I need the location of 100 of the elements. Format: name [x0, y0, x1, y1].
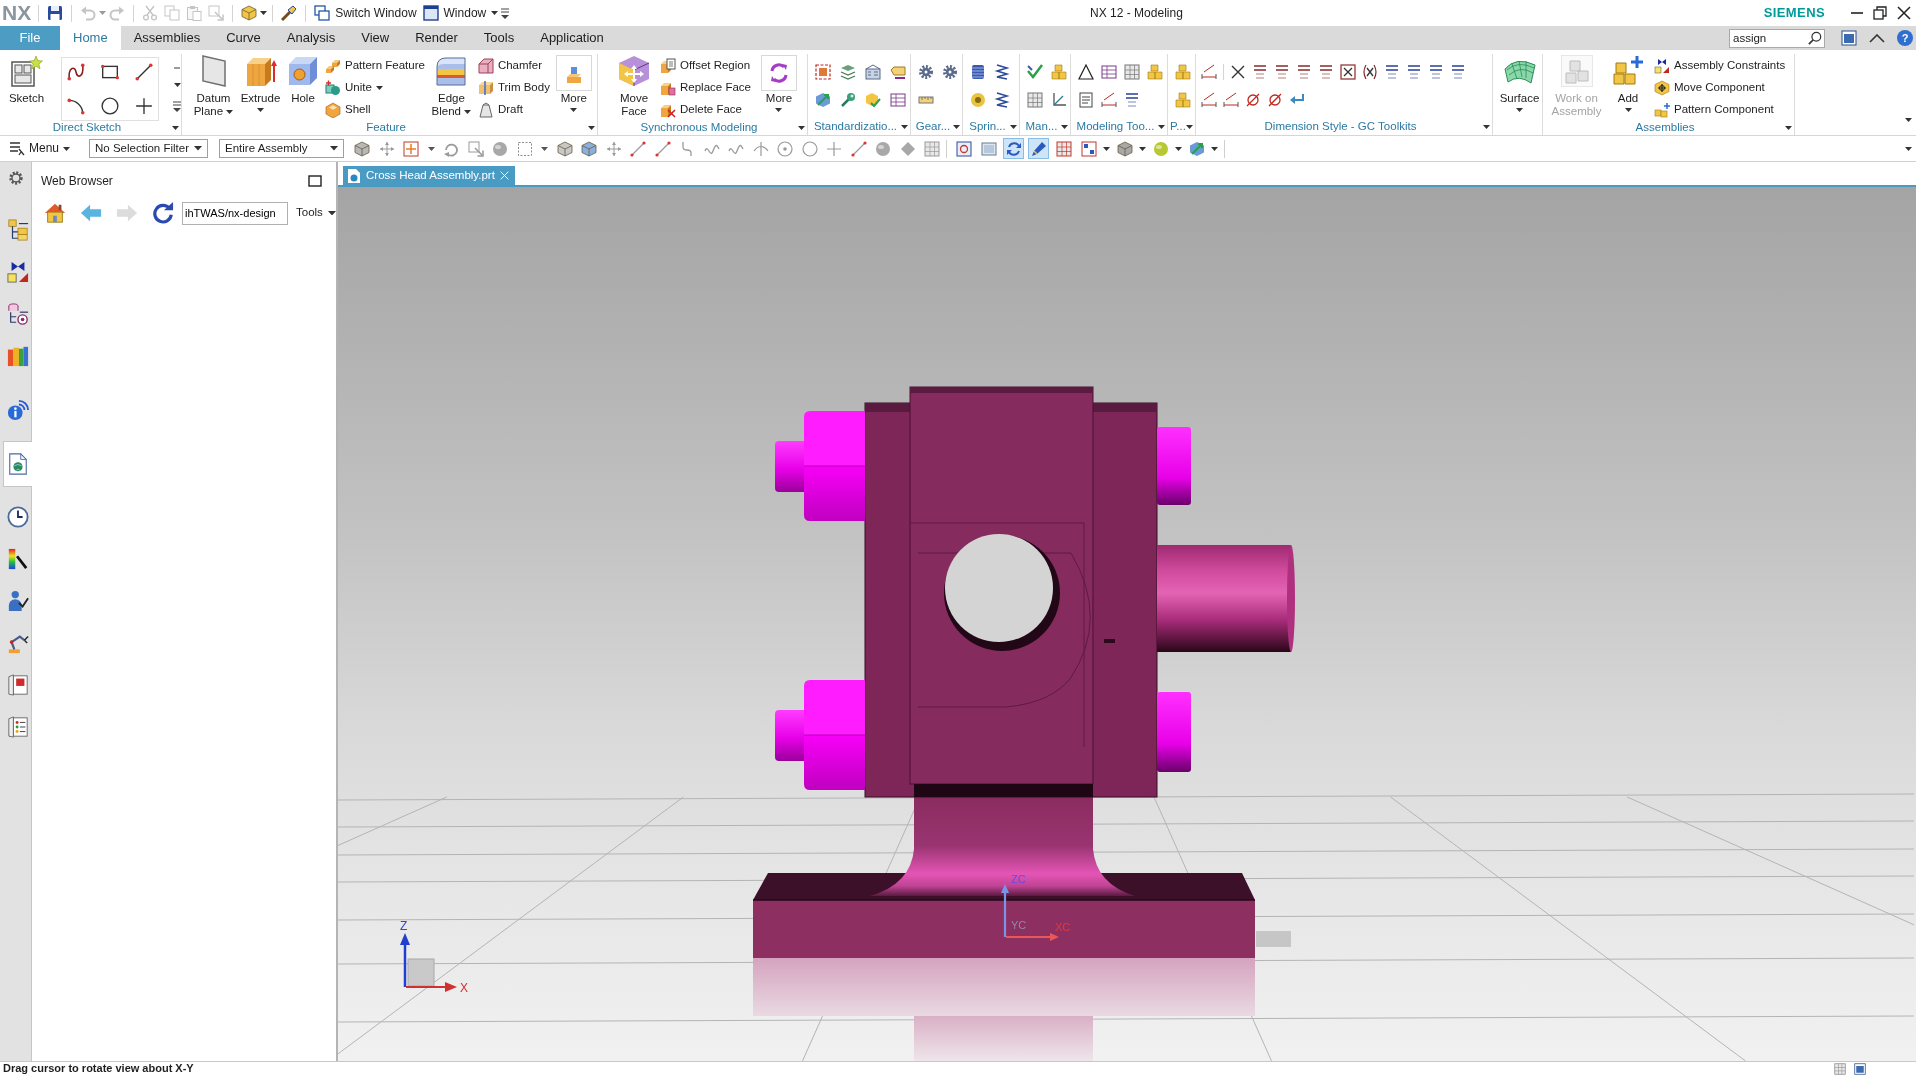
- ribbon-button[interactable]: More: [553, 55, 594, 113]
- bracket-cross-icon[interactable]: [1362, 64, 1378, 80]
- stacked-lines-icon[interactable]: [1428, 64, 1444, 80]
- list-caret-icon[interactable]: [501, 7, 510, 19]
- boxed-cross-icon[interactable]: [1340, 64, 1356, 80]
- caret-icon[interactable]: [798, 126, 805, 130]
- ribbon-button[interactable]: Delete Face: [658, 99, 753, 121]
- ribbon-button[interactable]: Add: [1610, 55, 1646, 113]
- coil-icon[interactable]: [970, 64, 986, 80]
- ribbon-button[interactable]: Shell: [323, 99, 427, 121]
- brush-icon[interactable]: [281, 5, 298, 21]
- cube-icon[interactable]: [241, 5, 258, 21]
- window-icon[interactable]: [1841, 30, 1857, 46]
- caret-icon[interactable]: [1010, 124, 1017, 129]
- spring-icon[interactable]: [994, 92, 1010, 108]
- ribbon-button[interactable]: Extrude: [238, 55, 283, 113]
- tag-icon[interactable]: [890, 64, 906, 80]
- diameter-icon[interactable]: [1267, 92, 1283, 108]
- grid-icon[interactable]: [1124, 64, 1140, 80]
- axes-icon[interactable]: [1051, 92, 1067, 108]
- stacked-lines-icon[interactable]: [1296, 64, 1312, 80]
- stacked-lines-icon[interactable]: [1318, 64, 1334, 80]
- command-search-field[interactable]: assign: [1729, 28, 1825, 48]
- circle-icon[interactable]: [101, 97, 119, 115]
- cross-icon[interactable]: [1230, 64, 1246, 80]
- diameter-icon[interactable]: [1245, 92, 1261, 108]
- caret-icon[interactable]: [1905, 147, 1912, 152]
- switch-window-button[interactable]: Switch Window: [311, 2, 420, 24]
- square-arrow-icon[interactable]: [467, 140, 484, 157]
- view-tool-button[interactable]: [1078, 138, 1100, 159]
- stacked-lines-icon[interactable]: [1384, 64, 1400, 80]
- ribbon-button[interactable]: Unite: [323, 77, 427, 99]
- ribbon-button[interactable]: Replace Face: [658, 77, 753, 99]
- view-tool-button[interactable]: [1003, 138, 1025, 159]
- ribbon-tab[interactable]: Curve: [213, 26, 274, 50]
- dimension-icon[interactable]: [1101, 92, 1117, 108]
- arc-icon[interactable]: [67, 97, 85, 115]
- grid-icon[interactable]: [1027, 92, 1043, 108]
- refresh-icon[interactable]: [152, 202, 174, 224]
- stacked-lines-icon[interactable]: [1450, 64, 1466, 80]
- window-icon[interactable]: [1854, 1063, 1866, 1075]
- ribbon-button[interactable]: Move Face: [616, 55, 652, 118]
- ribbon-tab[interactable]: Application: [527, 26, 617, 50]
- caret-icon[interactable]: [1175, 146, 1183, 151]
- check-icon[interactable]: [1027, 64, 1043, 80]
- ribbon-tab[interactable]: View: [348, 26, 403, 50]
- ribbon-button[interactable]: Sketch: [6, 55, 47, 105]
- caret-icon[interactable]: [427, 146, 435, 151]
- caret-icon[interactable]: [1139, 146, 1147, 151]
- stacked-lines-icon[interactable]: [1406, 64, 1422, 80]
- caret-icon[interactable]: [1483, 124, 1490, 129]
- caret-icon[interactable]: [1103, 146, 1111, 151]
- ring-icon[interactable]: [970, 92, 986, 108]
- close-icon[interactable]: [1897, 6, 1911, 20]
- dimension-icon[interactable]: [1201, 64, 1217, 80]
- cubes-icon[interactable]: [1175, 92, 1191, 108]
- stacked-lines-icon[interactable]: [1274, 64, 1290, 80]
- ribbon-tab[interactable]: Assemblies: [120, 26, 214, 50]
- crosshair-icon[interactable]: [403, 140, 420, 157]
- caret-icon[interactable]: [1211, 146, 1219, 151]
- line-icon[interactable]: [135, 63, 153, 81]
- menu-button[interactable]: Menu: [7, 138, 73, 159]
- selection-scope-dropdown[interactable]: Entire Assembly: [219, 139, 345, 158]
- arrows-icon[interactable]: [605, 140, 622, 157]
- table-icon[interactable]: [890, 92, 906, 108]
- caret-icon[interactable]: [901, 124, 908, 129]
- ribbon-button[interactable]: More: [758, 55, 799, 113]
- spline-icon[interactable]: [67, 63, 85, 81]
- caret-icon[interactable]: [541, 146, 549, 151]
- caret-icon[interactable]: [1158, 124, 1165, 129]
- cube-check-icon[interactable]: [865, 92, 881, 108]
- ribbon-button[interactable]: Move Component: [1652, 77, 1788, 99]
- selection-filter-dropdown[interactable]: No Selection Filter: [89, 139, 209, 158]
- cube-icon[interactable]: [556, 140, 573, 157]
- ribbon-tab[interactable]: Home: [60, 26, 121, 50]
- save-icon[interactable]: [47, 5, 64, 21]
- help-button[interactable]: ?: [1897, 30, 1913, 46]
- home-icon[interactable]: [44, 202, 66, 224]
- ribbon-tab[interactable]: Render: [402, 26, 471, 50]
- cubes-icon[interactable]: [1175, 64, 1191, 80]
- cubes-icon[interactable]: [1147, 64, 1163, 80]
- stacked-lines-icon[interactable]: [1252, 64, 1268, 80]
- caret-icon[interactable]: [588, 126, 595, 130]
- cube-icon[interactable]: [354, 140, 371, 157]
- dashed-square-icon[interactable]: [516, 140, 533, 157]
- search-icon[interactable]: [1808, 30, 1822, 45]
- list-caret-icon[interactable]: [173, 101, 181, 112]
- window-menu-button[interactable]: Window: [419, 2, 502, 24]
- view-tool-button[interactable]: [1028, 138, 1050, 159]
- caret-icon[interactable]: [953, 124, 960, 129]
- view-tool-button[interactable]: [1053, 138, 1075, 159]
- key-icon[interactable]: [840, 92, 856, 108]
- restore-icon[interactable]: [1873, 6, 1887, 20]
- dimension-icon[interactable]: [1223, 92, 1239, 108]
- plus-icon[interactable]: [135, 97, 153, 115]
- ribbon-button[interactable]: Datum Plane: [191, 55, 236, 118]
- address-field[interactable]: ihTWAS/nx-design: [182, 201, 288, 225]
- settings-icon[interactable]: [7, 170, 24, 186]
- ribbon-button[interactable]: Offset Region: [658, 55, 753, 77]
- ribbon-tab[interactable]: Tools: [470, 26, 528, 50]
